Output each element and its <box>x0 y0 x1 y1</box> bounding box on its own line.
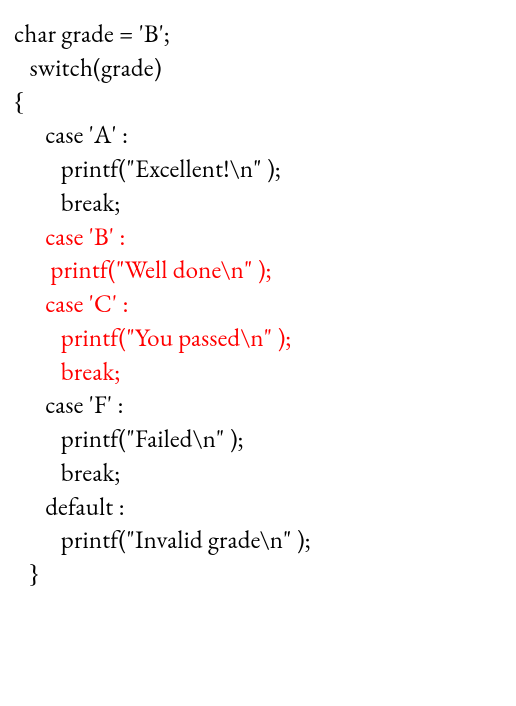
code-line-highlight: printf("Well done\n" ); <box>14 254 272 286</box>
code-line-highlight: case 'C' : <box>14 288 129 320</box>
code-line-highlight: break; <box>14 356 120 388</box>
code-line: switch(grade) <box>14 52 162 84</box>
code-line: case 'F' : <box>14 389 124 421</box>
code-line: printf("Failed\n" ); <box>14 423 244 455</box>
code-line: break; <box>14 457 120 489</box>
code-block: char grade = 'B'; switch(grade) { case '… <box>0 0 516 610</box>
code-line: printf("Invalid grade\n" ); <box>14 524 311 556</box>
code-line: char grade = 'B'; <box>14 18 170 50</box>
code-line: printf("Excellent!\n" ); <box>14 153 281 185</box>
code-line: { <box>14 86 24 118</box>
code-line: break; <box>14 187 120 219</box>
code-line: case 'A' : <box>14 119 128 151</box>
code-line: } <box>14 558 39 590</box>
code-line: default : <box>14 491 125 523</box>
code-line-highlight: case 'B' : <box>14 221 126 253</box>
code-line-highlight: printf("You passed\n" ); <box>14 322 291 354</box>
